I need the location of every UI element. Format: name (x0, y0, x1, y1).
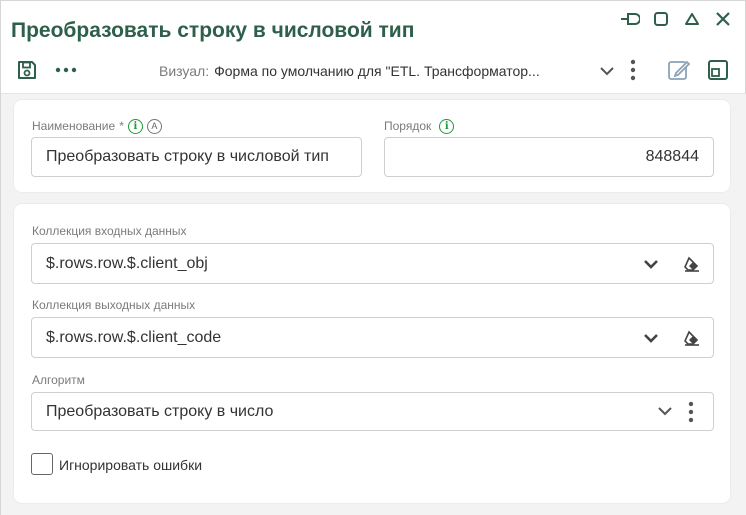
ignore-errors-label: Игнорировать ошибки (59, 457, 203, 473)
visual-value: Форма по умолчанию для "ETL. Трансформат… (214, 63, 540, 79)
output-collection-label: Коллекция выходных данных (32, 298, 196, 312)
required-mark: * (119, 119, 124, 133)
input-collection-field[interactable]: $.rows.row.$.client_obj (31, 243, 714, 284)
name-input[interactable]: Преобразовать строку в числовой тип (31, 137, 362, 177)
visual-label: Визуал: (159, 63, 210, 79)
window-restore-icon[interactable] (706, 58, 730, 82)
eraser-icon[interactable] (681, 328, 703, 348)
order-input-value: 848844 (645, 148, 699, 165)
info-icon[interactable]: i (127, 118, 143, 134)
kebab-menu-icon[interactable] (683, 400, 699, 424)
pin-icon[interactable] (617, 9, 642, 29)
output-collection-field[interactable]: $.rows.row.$.client_code (31, 317, 714, 358)
kebab-menu-icon[interactable] (623, 58, 643, 82)
order-label-text: Порядок (384, 119, 432, 133)
input-collection-value: $.rows.row.$.client_obj (46, 254, 208, 272)
chevron-down-icon[interactable] (656, 403, 674, 419)
algorithm-value: Преобразовать строку в число (46, 402, 274, 420)
dialog-window: Преобразовать строку в числовой тип Визу… (0, 0, 746, 515)
auto-icon[interactable]: A (146, 118, 162, 134)
name-field-label: Наименование * i A (32, 118, 162, 134)
save-icon[interactable] (14, 58, 40, 82)
algorithm-label: Алгоритм (32, 373, 85, 387)
maximize-icon[interactable] (648, 9, 673, 29)
ignore-errors-checkbox[interactable] (31, 453, 53, 475)
chevron-down-icon[interactable] (641, 255, 661, 273)
info-icon[interactable]: i (439, 118, 455, 134)
input-collection-label: Коллекция входных данных (32, 224, 187, 238)
more-options-icon[interactable] (54, 59, 78, 81)
eraser-icon[interactable] (681, 254, 703, 274)
collapse-icon[interactable] (679, 9, 704, 29)
visual-selector[interactable]: Визуал: Форма по умолчанию для "ETL. Тра… (159, 61, 619, 81)
name-label-text: Наименование (32, 119, 116, 133)
output-collection-value: $.rows.row.$.client_code (46, 328, 222, 346)
visual-chevron-down-icon[interactable] (597, 62, 617, 80)
dialog-title: Преобразовать строку в числовой тип (11, 19, 415, 42)
algorithm-select[interactable]: Преобразовать строку в число (31, 392, 714, 431)
edit-icon[interactable] (666, 58, 692, 82)
chevron-down-icon[interactable] (641, 329, 661, 347)
close-icon[interactable] (710, 9, 735, 29)
name-input-value: Преобразовать строку в числовой тип (46, 148, 329, 165)
order-input[interactable]: 848844 (384, 137, 714, 177)
order-field-label: Порядок i (384, 118, 455, 134)
window-controls (617, 9, 735, 29)
